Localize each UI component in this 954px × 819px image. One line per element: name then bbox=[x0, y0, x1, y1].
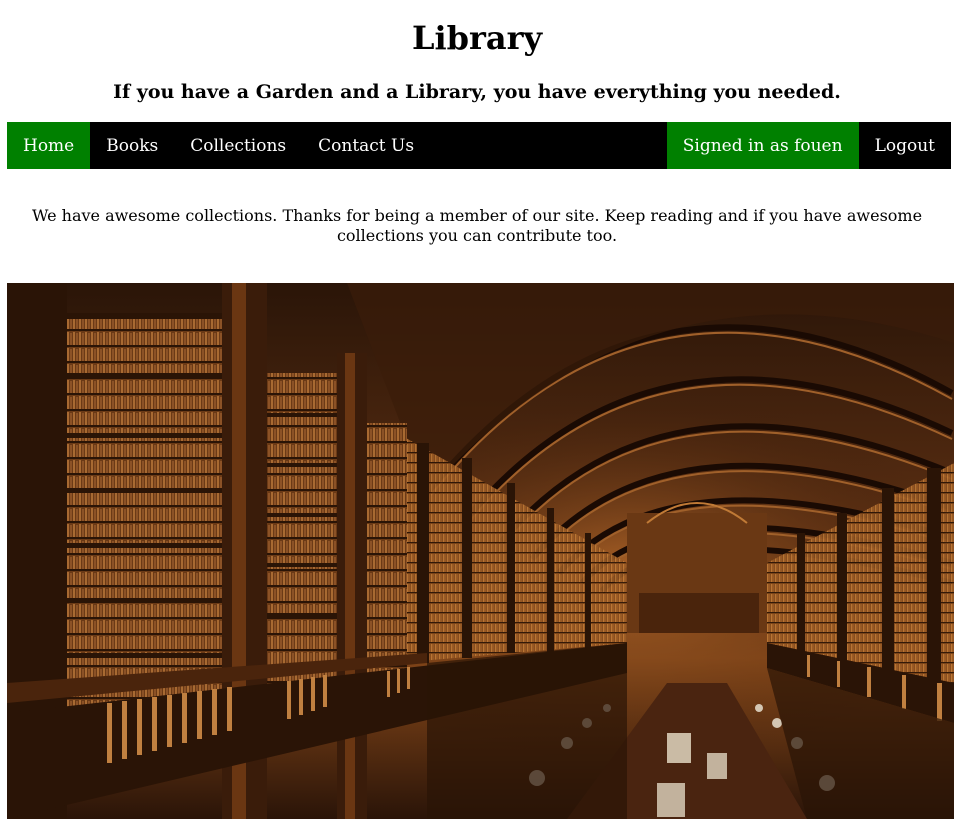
logout-link[interactable]: Logout bbox=[859, 122, 951, 169]
nav-right-group: Signed in as fouen Logout bbox=[666, 122, 951, 169]
library-hero-image bbox=[7, 283, 954, 819]
site-title: Library bbox=[411, 19, 543, 57]
main-navbar: Home Books Collections Contact Us Signed… bbox=[7, 122, 951, 169]
site-tagline: If you have a Garden and a Library, you … bbox=[113, 81, 841, 103]
welcome-message: We have awesome collections. Thanks for … bbox=[31, 206, 923, 245]
nav-left-group: Home Books Collections Contact Us bbox=[7, 122, 430, 169]
nav-item-contact-us[interactable]: Contact Us bbox=[302, 122, 430, 169]
library-hall-illustration bbox=[7, 283, 954, 819]
nav-item-home[interactable]: Home bbox=[7, 122, 91, 169]
signed-in-user-link[interactable]: Signed in as fouen bbox=[666, 122, 859, 169]
nav-item-books[interactable]: Books bbox=[90, 122, 174, 169]
page: Library If you have a Garden and a Libra… bbox=[0, 0, 954, 819]
nav-item-collections[interactable]: Collections bbox=[174, 122, 302, 169]
